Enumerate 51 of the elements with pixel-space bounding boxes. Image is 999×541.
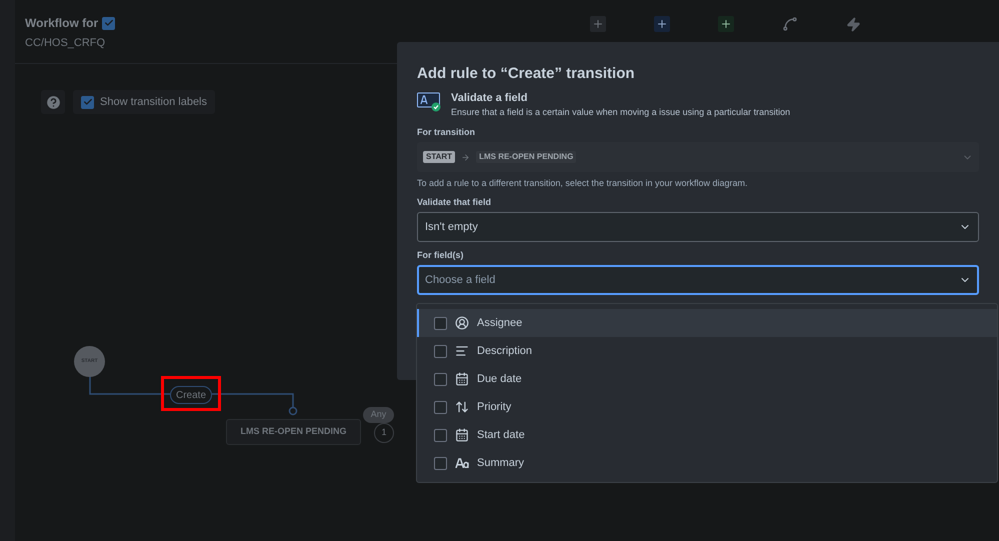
panel-title: Add rule to “Create” transition <box>417 64 636 84</box>
text-format-icon <box>455 458 469 468</box>
lines-icon <box>455 344 469 358</box>
checkbox[interactable] <box>434 372 447 386</box>
show-labels-toggle[interactable]: Show transition labels <box>73 90 216 114</box>
user-icon <box>455 316 469 330</box>
field-label: For field(s) <box>417 250 464 261</box>
calendar-icon <box>455 428 469 442</box>
field-option[interactable]: Assignee <box>417 309 997 337</box>
plus-icon <box>656 18 668 30</box>
help-icon <box>44 94 62 110</box>
field-label: Validate that field <box>417 197 492 208</box>
plus-icon <box>592 18 604 30</box>
workflow-title: Workflow for <box>25 15 98 32</box>
add-status-button[interactable] <box>654 16 670 32</box>
field-option[interactable]: Priority <box>417 393 997 421</box>
field-select[interactable]: Choose a field <box>417 265 979 295</box>
transition-select[interactable]: START LMS RE-OPEN PENDING <box>417 142 979 172</box>
checkbox[interactable] <box>434 316 447 330</box>
plus-icon <box>720 18 732 30</box>
field-option[interactable]: Description <box>417 337 997 365</box>
add-status-button[interactable] <box>590 16 606 32</box>
add-status-button[interactable] <box>718 16 734 32</box>
rule-description: Ensure that a field is a certain value when moving a issue using a particular transition <box>451 107 790 118</box>
field-option[interactable]: Start date <box>417 421 997 449</box>
calendar-icon <box>455 372 469 386</box>
help-button[interactable] <box>41 90 65 114</box>
arrow-icon <box>461 152 470 162</box>
lightning-icon[interactable] <box>846 16 861 32</box>
field-option[interactable]: Summary <box>417 449 997 477</box>
field-label: For transition <box>417 127 476 138</box>
arrows-icon <box>455 400 469 414</box>
transition-label[interactable]: Create <box>170 386 212 404</box>
transition-icon[interactable] <box>782 16 798 32</box>
hint-text: To add a rule to a different transition, select the transition in your workflow diagram. <box>417 178 749 189</box>
status-lozenge: LMS RE-OPEN PENDING <box>476 151 576 163</box>
checkbox[interactable] <box>434 456 447 470</box>
checkbox[interactable] <box>434 428 447 442</box>
rule-name: Validate a field <box>451 92 528 105</box>
workflow-subtitle: CC/HOS_CRFQ <box>25 36 106 51</box>
status-lozenge: START <box>423 151 456 163</box>
checkbox[interactable] <box>434 344 447 358</box>
checkbox[interactable] <box>102 16 116 30</box>
field-option[interactable]: Due date <box>417 365 997 393</box>
count-node[interactable]: 1 <box>374 423 394 443</box>
status-node[interactable]: LMS RE-OPEN PENDING <box>226 419 361 445</box>
validate-field-icon <box>417 92 441 112</box>
checkbox[interactable] <box>81 96 94 108</box>
any-label: Any <box>363 407 394 423</box>
checkbox[interactable] <box>434 400 447 414</box>
condition-select[interactable]: Isn't empty <box>417 212 979 242</box>
